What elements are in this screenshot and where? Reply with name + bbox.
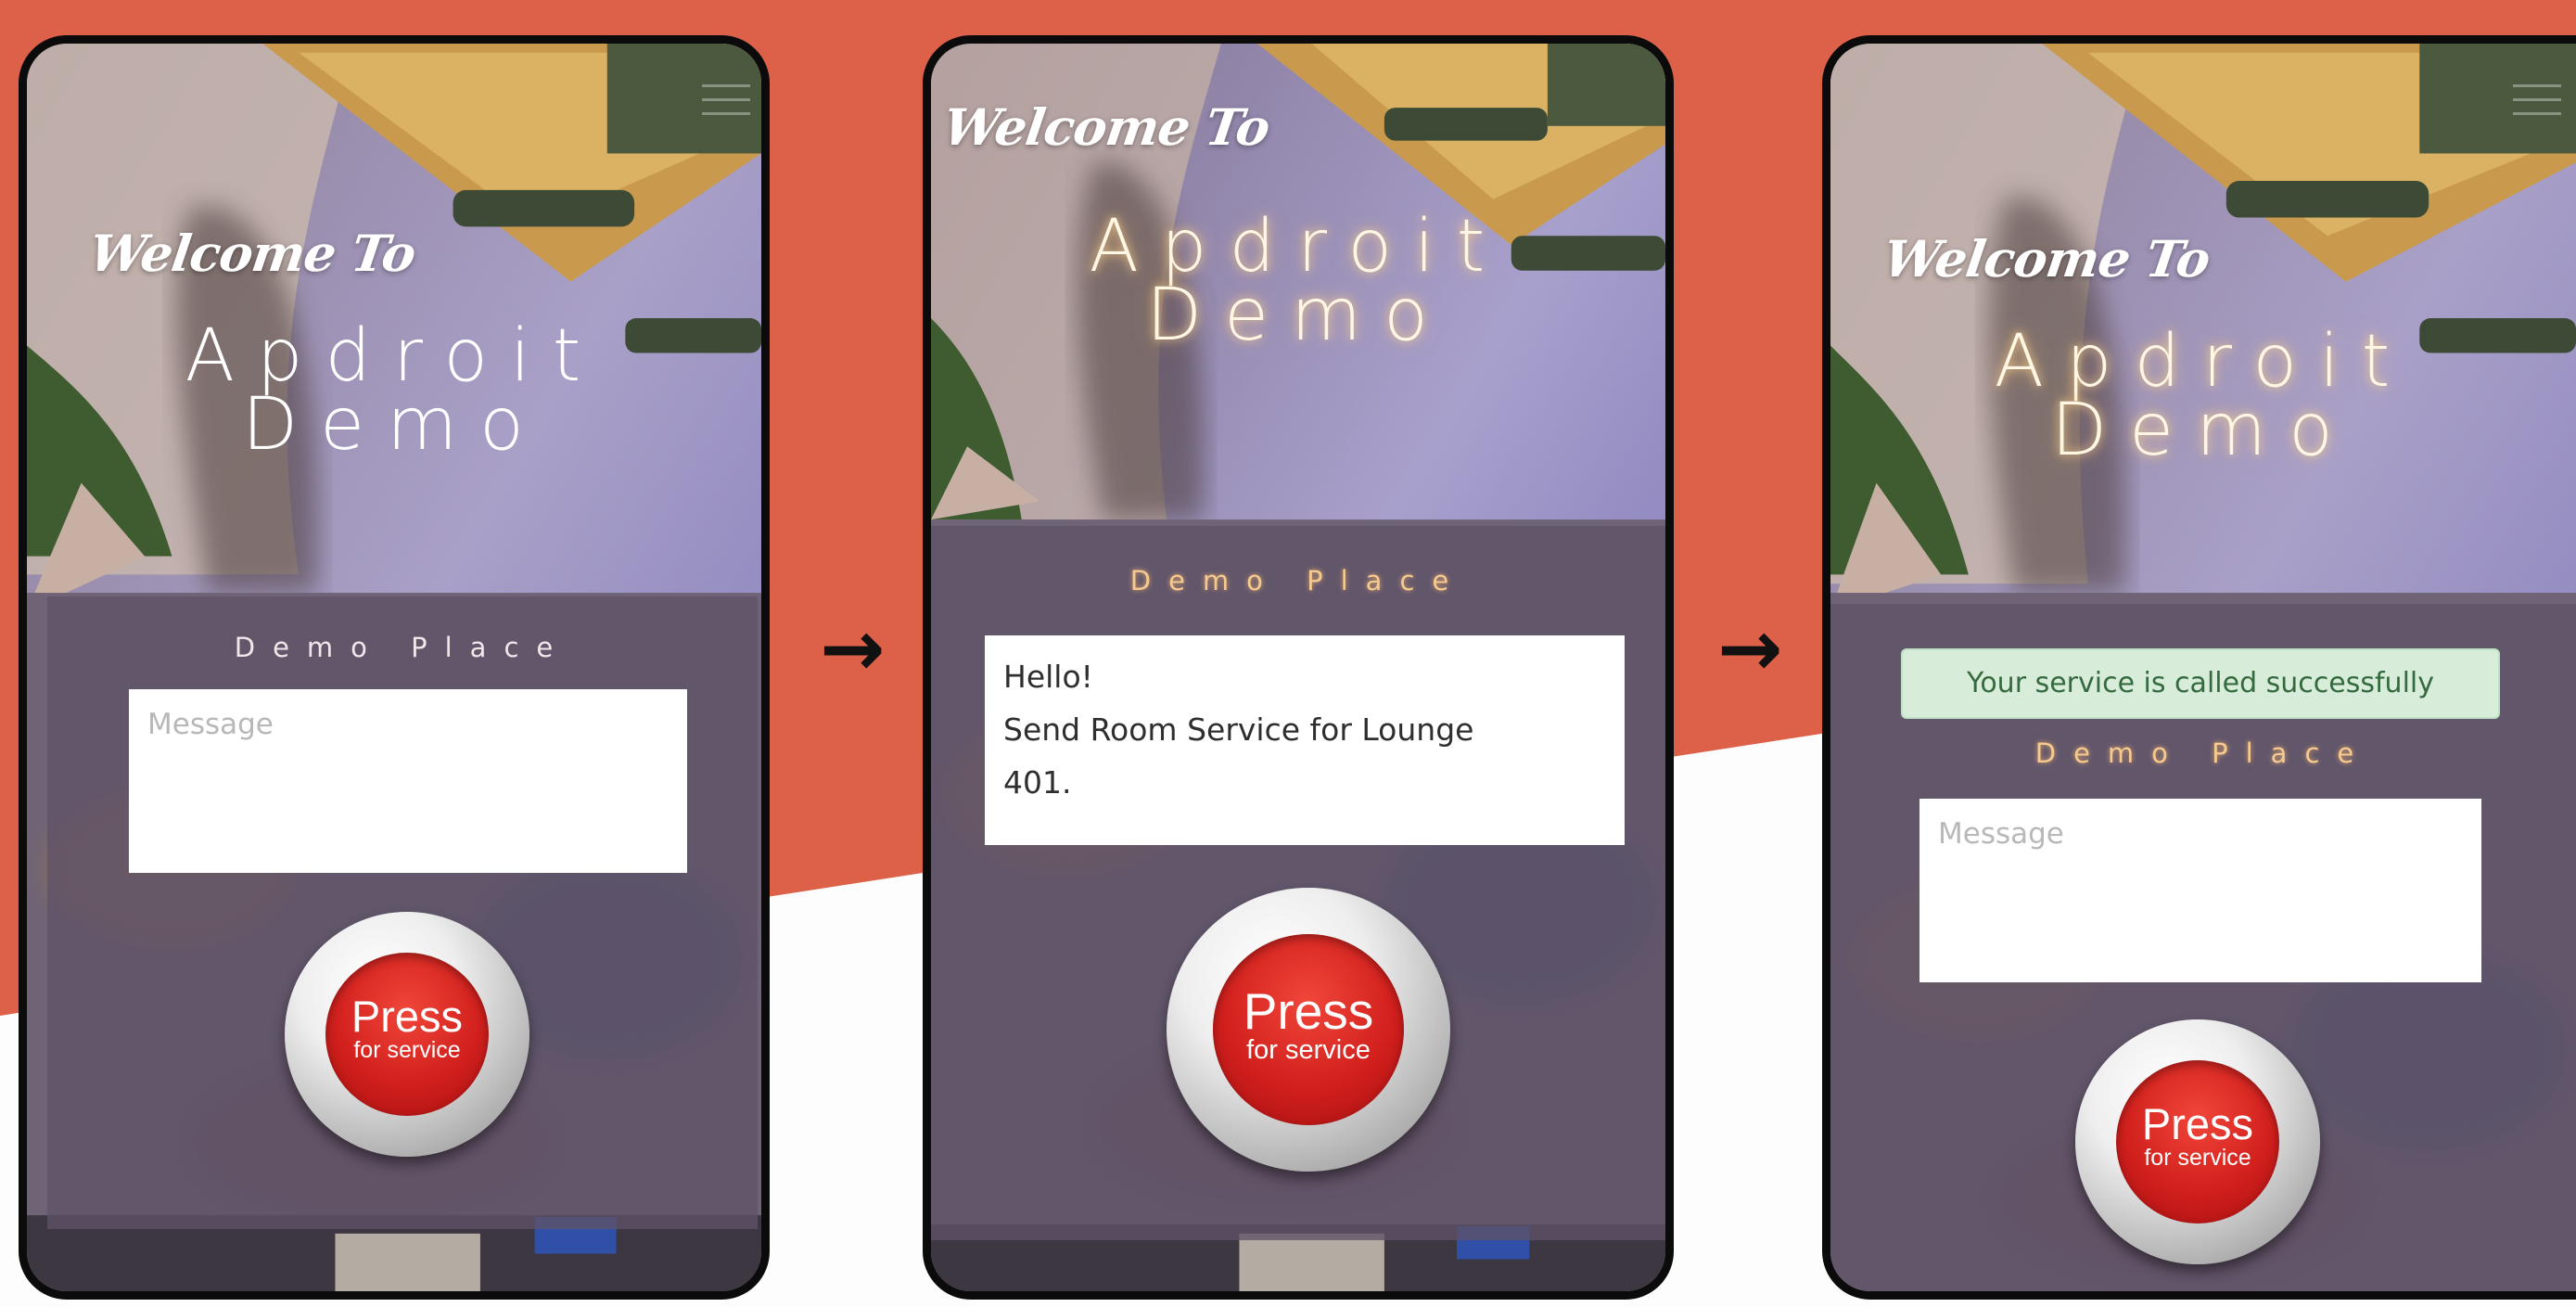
press-label: Press <box>351 992 464 1041</box>
message-input[interactable]: Message <box>1919 799 2481 982</box>
press-button-face[interactable]: Press for service <box>325 953 489 1116</box>
message-placeholder: Message <box>147 708 274 741</box>
service-panel: Demo Place Message Press for service <box>47 596 758 1229</box>
message-line-2: Send Room Service for Lounge <box>1003 711 1474 748</box>
brand-title: Apdroit Demo <box>1830 320 2576 472</box>
brand-line-1: Apdroit <box>185 314 604 398</box>
press-button-face[interactable]: Press for service <box>2116 1060 2279 1224</box>
brand-line-1: Apdroit <box>1089 205 1508 288</box>
phone-screen-initial: Welcome To Apdroit Demo Demo Place Messa… <box>19 35 770 1300</box>
menu-icon[interactable] <box>2513 84 2561 127</box>
press-label: Press <box>2141 1099 2254 1148</box>
message-placeholder: Message <box>1938 817 2064 851</box>
brand-line-1: Apdroit <box>1994 320 2413 404</box>
message-input[interactable]: Hello! Send Room Service for Lounge 401. <box>985 635 1625 845</box>
welcome-text: Welcome To <box>85 224 419 283</box>
brand-line-2: Demo <box>242 383 546 467</box>
brand-line-2: Demo <box>1146 274 1450 357</box>
place-name: Demo Place <box>234 632 571 663</box>
press-sublabel: for service <box>1246 1035 1371 1065</box>
arrow-icon: → <box>820 603 886 694</box>
welcome-text: Welcome To <box>939 97 1273 157</box>
phone-screen-success: Welcome To Apdroit Demo Your service is … <box>1822 35 2576 1300</box>
success-alert: Your service is called successfully <box>1901 648 2500 719</box>
message-input[interactable]: Message <box>129 689 687 873</box>
press-for-service-button[interactable]: Press for service <box>1167 888 1450 1172</box>
brand-title: Apdroit Demo <box>931 205 1665 357</box>
press-sublabel: for service <box>353 1037 461 1063</box>
service-panel: Your service is called successfully Demo… <box>1830 604 2576 1291</box>
brand-line-2: Demo <box>2051 389 2355 472</box>
phone-screen-typing: Welcome To Apdroit Demo Demo Place Hello… <box>923 35 1674 1300</box>
welcome-text: Welcome To <box>1880 229 2213 288</box>
place-name: Demo Place <box>2034 737 2372 769</box>
message-line-3: 401. <box>1003 764 1072 801</box>
press-button-face[interactable]: Press for service <box>1213 934 1404 1125</box>
press-for-service-button[interactable]: Press for service <box>2075 1019 2320 1264</box>
press-label: Press <box>1243 982 1374 1040</box>
message-line-1: Hello! <box>1003 659 1093 695</box>
arrow-icon: → <box>1717 603 1783 694</box>
press-for-service-button[interactable]: Press for service <box>285 912 529 1157</box>
place-name: Demo Place <box>1129 565 1467 596</box>
brand-title: Apdroit Demo <box>27 314 761 467</box>
menu-icon[interactable] <box>702 84 750 127</box>
press-sublabel: for service <box>2144 1145 2251 1171</box>
service-panel: Demo Place Hello! Send Room Service for … <box>931 526 1665 1240</box>
